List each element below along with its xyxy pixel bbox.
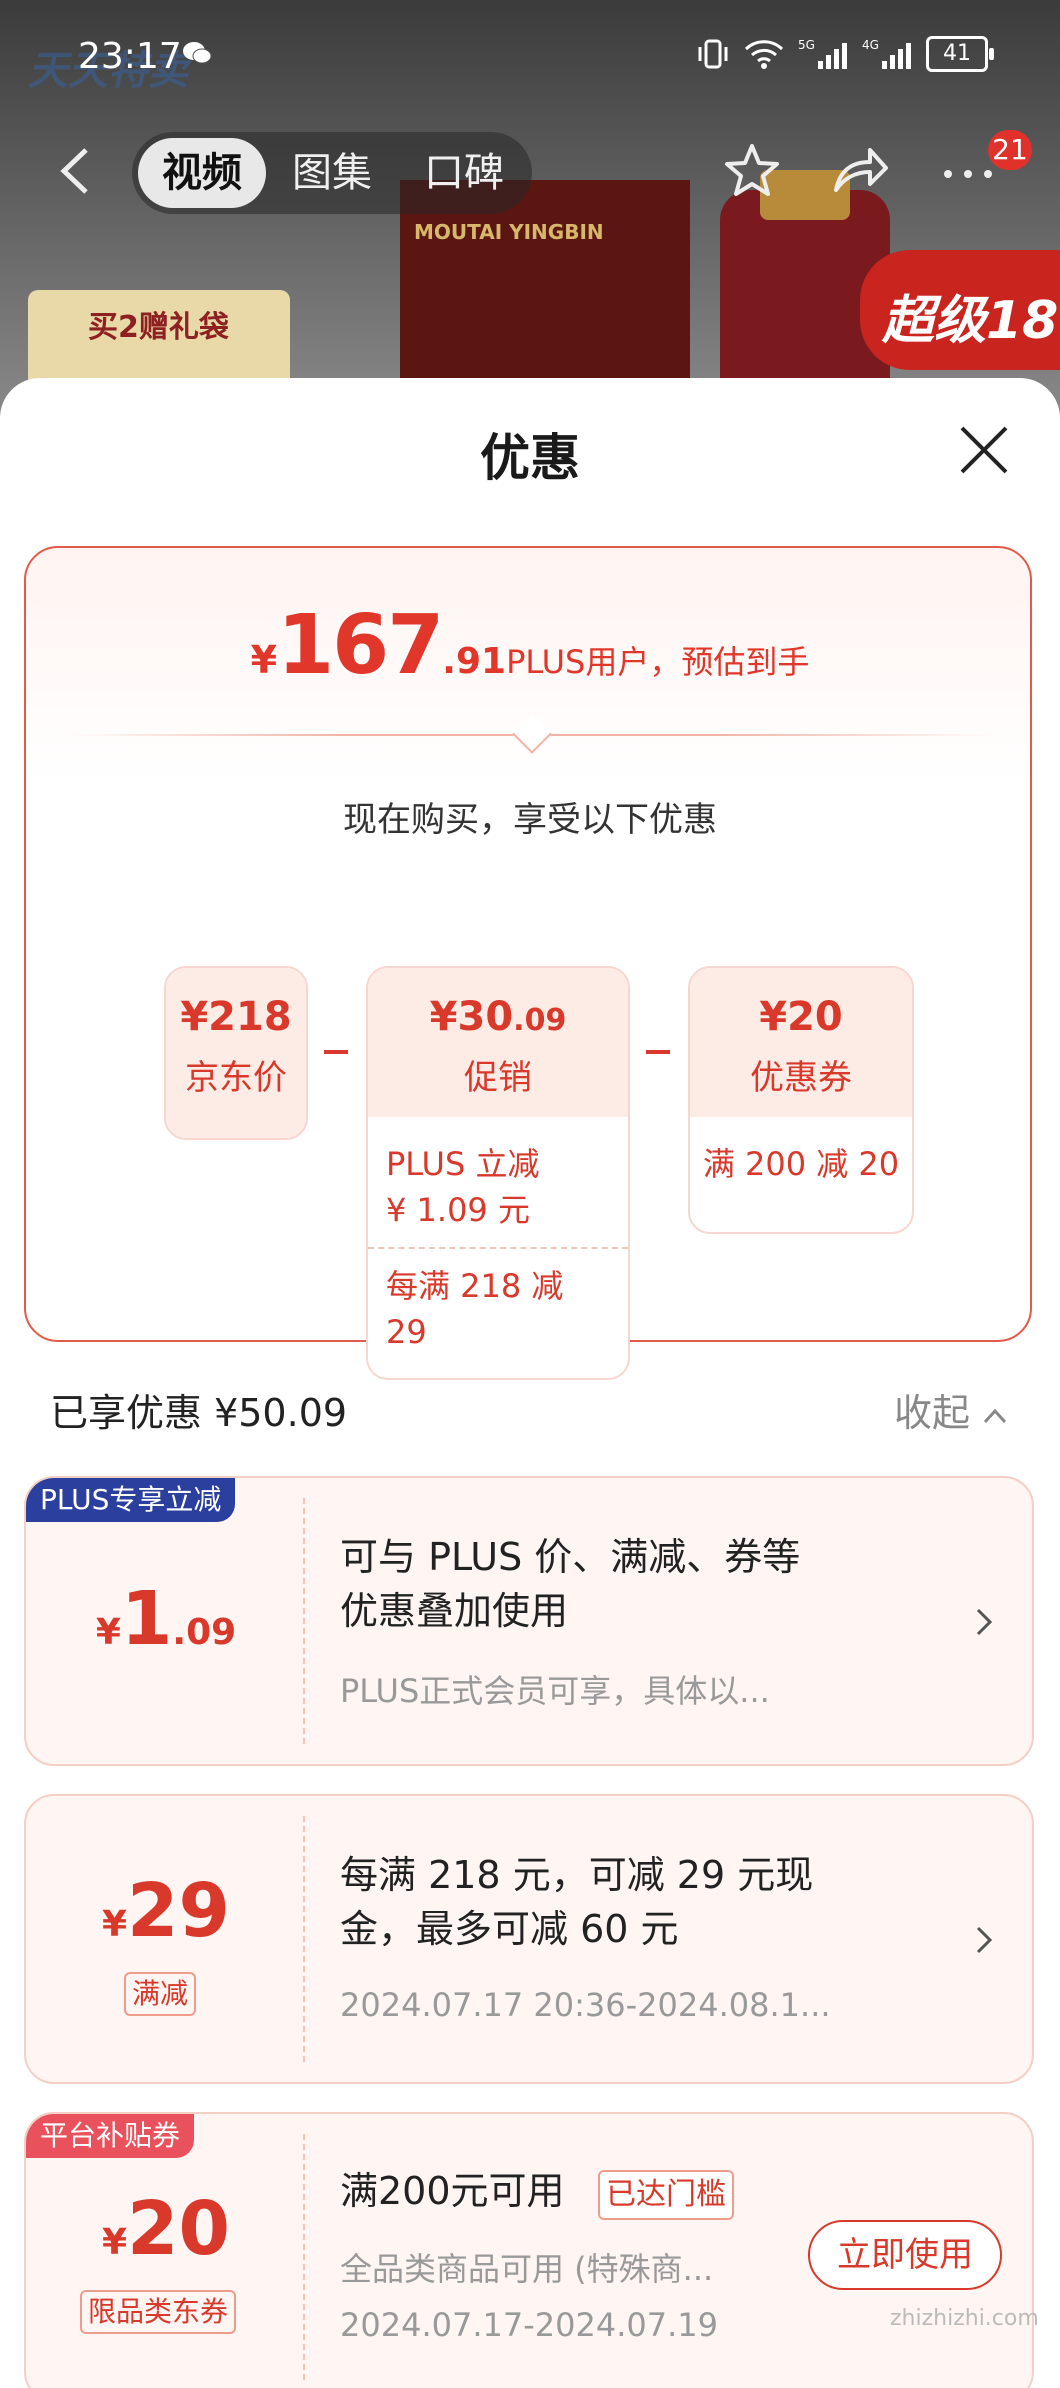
promotion-box: ¥30.09 促销 PLUS 立减 ¥ 1.09 元 每满 218 减 29	[366, 966, 630, 1380]
coupon-amount: ¥20	[26, 2186, 306, 2272]
collapse-toggle[interactable]: 收起	[894, 1382, 1008, 1437]
status-bar: 23:17 5G 4G 41	[0, 0, 1060, 110]
subsidy-coupon-card[interactable]: 平台补贴券 ¥20 限品类东券 满200元可用 已达门槛 全品类商品可用 (特殊…	[24, 2112, 1034, 2388]
coupon-note: 满 200 减 20	[702, 1145, 900, 1183]
jd-price-label: 京东价	[185, 1058, 287, 1098]
chevron-up-icon	[983, 1408, 1007, 1424]
divider-notch	[512, 714, 552, 754]
platform-subsidy-tag: 平台补贴券	[26, 2114, 195, 2158]
svg-text:4G: 4G	[862, 38, 879, 52]
collapse-label: 收起	[894, 1391, 971, 1435]
minus-operator	[646, 1050, 670, 1054]
card-separator	[303, 1816, 305, 2062]
estimate-decimal: .91	[442, 641, 507, 682]
desc-line-1: 可与 PLUS 价、满减、券等	[340, 1535, 801, 1579]
plus-discount-amount: ¥1.09	[26, 1576, 306, 1662]
sheet-title: 优惠	[480, 429, 580, 487]
chevron-right-icon[interactable]	[972, 1920, 998, 1960]
coupon-scope: 全品类商品可用 (特殊商...	[340, 2250, 714, 2288]
promotion-value: ¥30.09	[368, 968, 628, 1040]
discount-sheet: 优惠 ¥167.91PLUS用户，预估到手 现在购买，享受以下优惠 ¥218 京…	[0, 378, 1060, 2388]
watermark: zhizhizhi.com	[890, 2306, 1039, 2331]
promotion-value-small: .09	[513, 1003, 567, 1038]
card-separator	[303, 1498, 305, 1744]
estimated-price: ¥167.91PLUS用户，预估到手	[26, 598, 1034, 693]
signal-5g-icon: 5G	[798, 38, 847, 69]
plus-card-description: 可与 PLUS 价、满减、券等 优惠叠加使用	[340, 1530, 800, 1638]
amount-integer: 1	[120, 1576, 173, 1662]
plus-card-subtext: PLUS正式会员可享，具体以...	[340, 1672, 770, 1710]
estimate-desc: PLUS用户，预估到手	[506, 643, 810, 681]
desc-line-2: 优惠叠加使用	[340, 1589, 569, 1633]
card-separator	[303, 2134, 305, 2380]
currency-symbol: ¥	[101, 2222, 128, 2263]
jd-price-value: ¥218	[180, 994, 292, 1040]
desc-line-1: 每满 218 元，可减 29 元现	[340, 1853, 814, 1897]
desc-line-2: 金，最多可减 60 元	[340, 1907, 679, 1951]
coupon-box: ¥20 优惠券 满 200 减 20	[688, 966, 914, 1234]
top-nav: 视频 图集 口碑 21	[0, 110, 1060, 230]
tab-video[interactable]: 视频	[138, 138, 266, 208]
full-reduction-note: 每满 218 减 29	[386, 1267, 564, 1351]
amount-integer: 20	[127, 2186, 231, 2272]
jd-price-head: ¥218 京东价	[166, 968, 306, 1138]
promotion-head: ¥30.09 促销	[368, 968, 628, 1117]
favorite-star-icon[interactable]	[722, 140, 782, 200]
close-icon[interactable]	[958, 424, 1010, 476]
threshold-reached-badge: 已达门槛	[598, 2170, 734, 2220]
signal-4g-icon: 4G	[862, 38, 911, 69]
currency-symbol: ¥	[250, 638, 278, 682]
category-coupon-tag: 限品类东券	[80, 2290, 237, 2334]
media-tabs: 视频 图集 口碑	[132, 132, 532, 214]
status-icons: 5G 4G 41	[696, 36, 994, 72]
tab-gallery[interactable]: 图集	[292, 132, 372, 214]
full-reduction-tag: 满减	[124, 1972, 197, 2016]
promotion-value-main: ¥30	[429, 994, 514, 1040]
price-summary: ¥167.91PLUS用户，预估到手 现在购买，享受以下优惠 ¥218 京东价 …	[24, 546, 1034, 1380]
message-count-badge: 21	[988, 130, 1032, 170]
jd-price-box: ¥218 京东价	[164, 966, 308, 1140]
promotion-label: 促销	[464, 1058, 532, 1098]
estimate-integer: 167	[277, 598, 444, 693]
plus-discount-card[interactable]: PLUS专享立减 ¥1.09 可与 PLUS 价、满减、券等 优惠叠加使用 PLU…	[24, 1476, 1034, 1766]
reduction-validity: 2024.07.17 20:36-2024.08.1...	[340, 1986, 831, 2024]
use-now-button[interactable]: 立即使用	[808, 2220, 1002, 2290]
promo-banner: 超级18	[860, 250, 1060, 370]
minus-operator	[324, 1050, 348, 1054]
plus-discount-note: PLUS 立减 ¥ 1.09 元	[386, 1145, 540, 1229]
amount-decimal: .09	[172, 1612, 237, 1653]
gift-label: 买2赠礼袋	[88, 310, 229, 345]
coupon-condition: 满200元可用	[340, 2169, 565, 2213]
battery-indicator: 41	[926, 36, 994, 72]
back-arrow-icon[interactable]	[56, 146, 96, 196]
coupon-validity: 2024.07.17-2024.07.19	[340, 2306, 718, 2344]
wifi-icon	[744, 40, 784, 69]
coupon-value: ¥20	[759, 994, 843, 1040]
tab-reviews[interactable]: 口碑	[424, 132, 504, 214]
coupon-label: 优惠券	[750, 1058, 852, 1098]
reduction-amount: ¥29	[26, 1868, 306, 1954]
full-reduction-card[interactable]: ¥29 满减 每满 218 元，可减 29 元现 金，最多可减 60 元 2024…	[24, 1794, 1034, 2084]
buy-now-text: 现在购买，享受以下优惠	[343, 800, 717, 840]
plus-exclusive-tag: PLUS专享立减	[26, 1478, 236, 1522]
chevron-right-icon[interactable]	[972, 1602, 998, 1642]
reduction-description: 每满 218 元，可减 29 元现 金，最多可减 60 元	[340, 1848, 813, 1956]
enjoyed-discount-total: 已享优惠 ¥50.09	[50, 1391, 348, 1435]
coupon-head: ¥20 优惠券	[690, 968, 912, 1117]
vibrate-icon	[698, 39, 728, 69]
status-time: 23:17	[78, 36, 182, 77]
svg-text:5G: 5G	[798, 38, 815, 52]
share-icon[interactable]	[830, 140, 890, 200]
amount-integer: 29	[127, 1868, 231, 1954]
currency-symbol: ¥	[95, 1612, 121, 1653]
wechat-icon	[183, 42, 212, 64]
promo-text: 超级18	[882, 291, 1059, 351]
currency-symbol: ¥	[101, 1904, 128, 1945]
